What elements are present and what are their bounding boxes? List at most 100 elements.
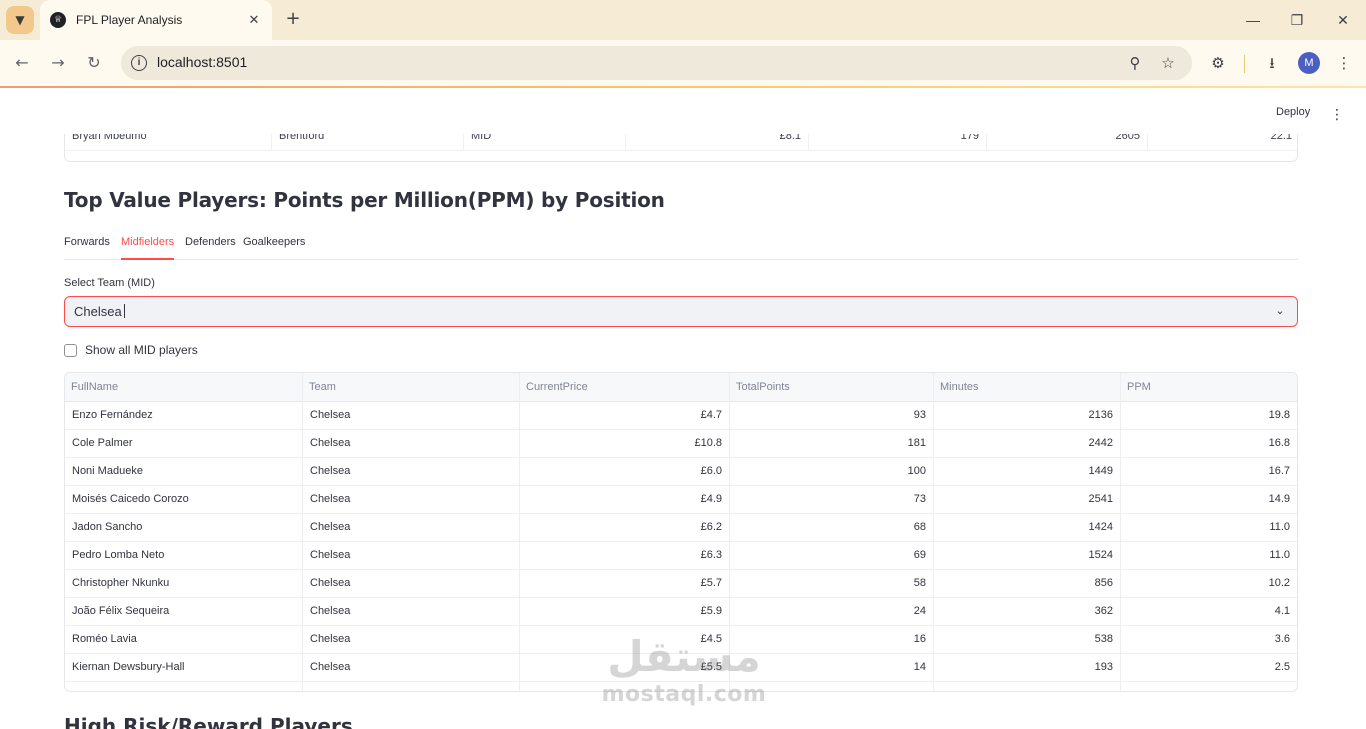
table-cell[interactable]: Jadon Sancho: [65, 514, 303, 541]
table-cell[interactable]: 16.7: [1121, 458, 1297, 485]
table-cell[interactable]: Chelsea: [303, 430, 520, 457]
table-cell[interactable]: Noni Madueke: [65, 458, 303, 485]
table-cell[interactable]: 19.8: [1121, 402, 1297, 429]
back-button[interactable]: ←: [9, 50, 35, 76]
table-cell[interactable]: Pedro Lomba Neto: [65, 542, 303, 569]
tab-defenders[interactable]: Defenders: [185, 236, 236, 260]
table-cell[interactable]: Kiernan Dewsbury-Hall: [65, 654, 303, 681]
table-cell[interactable]: 3.6: [1121, 626, 1297, 653]
table-cell[interactable]: 181: [730, 430, 934, 457]
table-cell[interactable]: 2442: [934, 430, 1121, 457]
table-cell[interactable]: Moisés Caicedo Corozo: [65, 486, 303, 513]
team-select-value[interactable]: Chelsea: [74, 304, 125, 319]
table-cell[interactable]: 93: [730, 402, 934, 429]
table-cell[interactable]: 24: [730, 598, 934, 625]
table-cell[interactable]: Cole Palmer: [65, 430, 303, 457]
url-text[interactable]: localhost:8501: [157, 54, 247, 70]
column-header-minutes[interactable]: Minutes: [934, 373, 1121, 402]
close-window-button[interactable]: ✕: [1328, 8, 1358, 32]
chevron-down-icon[interactable]: ⌄: [1273, 304, 1287, 318]
profile-avatar[interactable]: M: [1298, 52, 1320, 74]
site-info-icon[interactable]: i: [131, 55, 147, 71]
table-cell[interactable]: Chelsea: [303, 486, 520, 513]
table-cell[interactable]: 1424: [934, 514, 1121, 541]
table-cell[interactable]: 69: [730, 542, 934, 569]
table-cell[interactable]: Chelsea: [303, 570, 520, 597]
column-header-team[interactable]: Team: [303, 373, 520, 402]
browser-tab[interactable]: ♕ FPL Player Analysis ✕: [40, 0, 272, 40]
new-tab-button[interactable]: +: [282, 8, 304, 30]
deploy-button[interactable]: Deploy: [1276, 106, 1310, 118]
table-cell[interactable]: Chelsea: [303, 654, 520, 681]
table-cell[interactable]: £10.8: [520, 430, 730, 457]
tab-forwards[interactable]: Forwards: [64, 236, 110, 260]
extensions-puzzle-icon[interactable]: ⚙: [1206, 51, 1230, 75]
tab-midfielders[interactable]: Midfielders: [121, 236, 175, 260]
tab-list-button[interactable]: ▼: [6, 6, 34, 34]
table-row[interactable]: Moisés Caicedo Corozo Chelsea £4.9 73 2541 14…: [65, 486, 1297, 514]
table-cell[interactable]: £5.9: [520, 598, 730, 625]
zoom-icon[interactable]: ⚲: [1125, 53, 1145, 73]
table-cell[interactable]: Roméo Lavia: [65, 626, 303, 653]
table-cell[interactable]: 73: [730, 486, 934, 513]
table-cell[interactable]: 10.2: [1121, 570, 1297, 597]
show-all-checkbox[interactable]: [64, 343, 77, 357]
table-cell[interactable]: Chelsea: [303, 598, 520, 625]
table-row[interactable]: Pedro Lomba Neto Chelsea £6.3 69 1524 11.0: [65, 542, 1297, 570]
table-cell[interactable]: 193: [934, 654, 1121, 681]
table-cell[interactable]: Chelsea: [303, 458, 520, 485]
table-row[interactable]: Enzo Fernández Chelsea £4.7 93 2136 19.8: [65, 402, 1297, 430]
table-cell[interactable]: 2541: [934, 486, 1121, 513]
table-cell[interactable]: João Félix Sequeira: [65, 598, 303, 625]
tab-goalkeepers[interactable]: Goalkeepers: [243, 236, 305, 260]
reload-button[interactable]: ↻: [81, 50, 107, 76]
table-cell[interactable]: 2.5: [1121, 654, 1297, 681]
table-cell[interactable]: 2136: [934, 402, 1121, 429]
table-row[interactable]: Christopher Nkunku Chelsea £5.7 58 856 10.2: [65, 570, 1297, 598]
team-select[interactable]: Chelsea ⌄: [64, 296, 1298, 327]
column-header-ppm[interactable]: PPM: [1121, 373, 1297, 402]
bookmark-star-icon[interactable]: ☆: [1158, 53, 1178, 73]
table-row[interactable]: Cole Palmer Chelsea £10.8 181 2442 16.8: [65, 430, 1297, 458]
show-all-checkbox-row[interactable]: Show all MID players: [64, 342, 198, 358]
table-cell[interactable]: £6.2: [520, 514, 730, 541]
table-cell[interactable]: 16.8: [1121, 430, 1297, 457]
address-bar[interactable]: i localhost:8501 ⚲ ☆: [121, 46, 1192, 80]
forward-button[interactable]: →: [45, 50, 71, 76]
table-row[interactable]: Noni Madueke Chelsea £6.0 100 1449 16.7: [65, 458, 1297, 486]
column-header-totalpoints[interactable]: TotalPoints: [730, 373, 934, 402]
table-cell[interactable]: 11.0: [1121, 542, 1297, 569]
table-cell[interactable]: 11.0: [1121, 514, 1297, 541]
show-all-checkbox-label[interactable]: Show all MID players: [85, 343, 198, 357]
table-cell[interactable]: 58: [730, 570, 934, 597]
table-cell[interactable]: Chelsea: [303, 542, 520, 569]
table-cell[interactable]: 362: [934, 598, 1121, 625]
table-row[interactable]: João Félix Sequeira Chelsea £5.9 24 362 4.1: [65, 598, 1297, 626]
table-cell[interactable]: Christopher Nkunku: [65, 570, 303, 597]
table-row[interactable]: Jadon Sancho Chelsea £6.2 68 1424 11.0: [65, 514, 1297, 542]
table-cell[interactable]: £6.3: [520, 542, 730, 569]
close-tab-icon[interactable]: ✕: [246, 13, 262, 28]
table-cell[interactable]: 100: [730, 458, 934, 485]
table-cell[interactable]: 4.1: [1121, 598, 1297, 625]
table-cell[interactable]: 68: [730, 514, 934, 541]
table-cell[interactable]: Chelsea: [303, 402, 520, 429]
table-cell[interactable]: Enzo Fernández: [65, 402, 303, 429]
minimize-button[interactable]: —: [1238, 8, 1268, 32]
restore-button[interactable]: ❐: [1282, 8, 1312, 32]
table-cell[interactable]: 856: [934, 570, 1121, 597]
table-cell[interactable]: 538: [934, 626, 1121, 653]
table-cell[interactable]: £6.0: [520, 458, 730, 485]
table-cell[interactable]: £5.7: [520, 570, 730, 597]
download-icon[interactable]: ⭳: [1260, 51, 1284, 75]
table-cell[interactable]: £4.9: [520, 486, 730, 513]
column-header-currentprice[interactable]: CurrentPrice: [520, 373, 730, 402]
browser-menu-kebab-icon[interactable]: ⋮: [1332, 51, 1356, 75]
table-cell[interactable]: £4.7: [520, 402, 730, 429]
table-cell[interactable]: 1524: [934, 542, 1121, 569]
table-cell[interactable]: 1449: [934, 458, 1121, 485]
table-cell[interactable]: Chelsea: [303, 514, 520, 541]
table-cell[interactable]: 14.9: [1121, 486, 1297, 513]
table-cell[interactable]: Chelsea: [303, 626, 520, 653]
column-header-fullname[interactable]: FullName: [65, 373, 303, 402]
